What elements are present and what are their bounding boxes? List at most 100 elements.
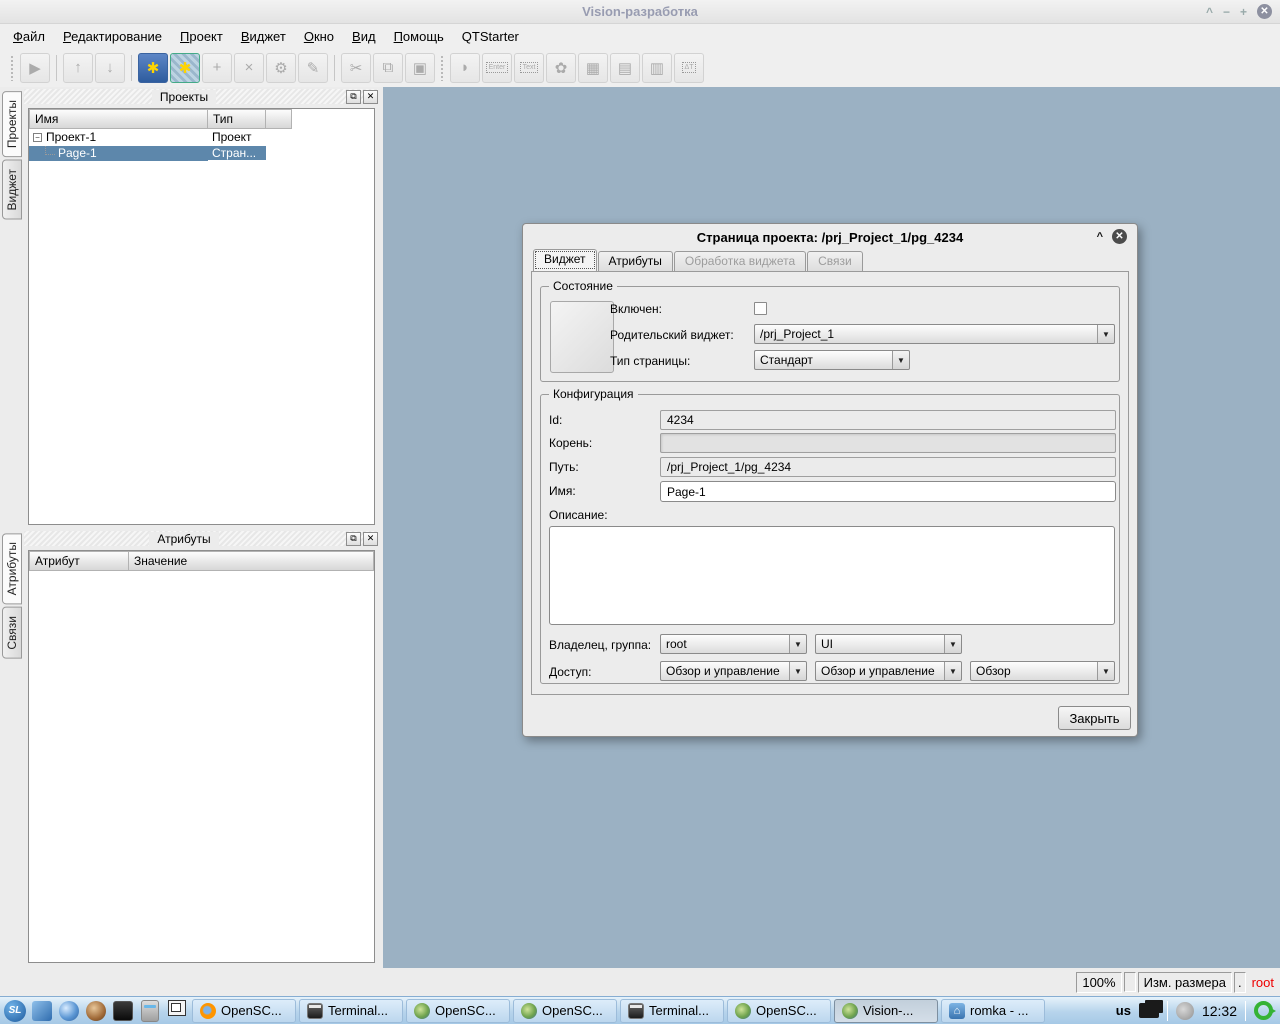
tree-branch-icon bbox=[45, 146, 55, 155]
window-titlebar[interactable]: Vision-разработка ^ − + ✕ bbox=[0, 0, 1280, 24]
sidebar-tab-widget[interactable]: Виджет bbox=[2, 160, 22, 220]
display-settings-icon[interactable] bbox=[1139, 1003, 1159, 1018]
taskbar-item-terminal-1[interactable]: Terminal... bbox=[299, 999, 403, 1023]
collapse-icon[interactable]: − bbox=[33, 133, 42, 142]
access-user-combo[interactable]: Обзор и управление ▼ bbox=[660, 661, 807, 681]
menu-window[interactable]: Окно bbox=[295, 26, 343, 47]
toolbar-drag-handle[interactable] bbox=[10, 55, 15, 81]
tree-row-project[interactable]: − Проект-1 Проект bbox=[29, 129, 374, 145]
workspace-pager[interactable] bbox=[165, 999, 189, 1023]
float-dock-icon[interactable]: ⧉ bbox=[346, 90, 361, 104]
file-manager-launcher[interactable] bbox=[138, 999, 162, 1023]
new-widget-library-icon[interactable]: ✱ bbox=[170, 53, 200, 83]
add-widget-icon[interactable]: + bbox=[202, 53, 232, 83]
shade-dialog-icon[interactable]: ^ bbox=[1097, 231, 1103, 243]
chevron-down-icon: ▼ bbox=[944, 662, 961, 680]
browser-launcher[interactable] bbox=[57, 999, 81, 1023]
close-button[interactable]: Закрыть bbox=[1058, 706, 1131, 730]
logout-icon[interactable] bbox=[1254, 1001, 1273, 1020]
close-dialog-icon[interactable]: ✕ bbox=[1112, 229, 1127, 244]
minimize-window-icon[interactable]: − bbox=[1223, 5, 1230, 19]
column-header-type[interactable]: Тип bbox=[208, 109, 266, 129]
menu-project[interactable]: Проект bbox=[171, 26, 232, 47]
terminal-launcher[interactable] bbox=[111, 999, 135, 1023]
maximize-window-icon[interactable]: + bbox=[1240, 5, 1247, 19]
enabled-checkbox[interactable] bbox=[754, 302, 767, 315]
access-other-combo[interactable]: Обзор ▼ bbox=[970, 661, 1115, 681]
new-project-icon[interactable]: ✱ bbox=[138, 53, 168, 83]
run-project-icon[interactable]: ▶ bbox=[20, 53, 50, 83]
taskbar-item-romka[interactable]: ⌂ romka - ... bbox=[941, 999, 1045, 1023]
document-element-icon[interactable]: ▥ bbox=[642, 53, 672, 83]
copy-icon[interactable]: ⧉ bbox=[373, 53, 403, 83]
tab-widget[interactable]: Виджет bbox=[533, 249, 597, 271]
owner-combo[interactable]: root ▼ bbox=[660, 634, 807, 654]
dialog-titlebar[interactable]: Страница проекта: /prj_Project_1/pg_4234… bbox=[523, 224, 1137, 250]
function-value-element-icon[interactable]: ΔT bbox=[674, 53, 704, 83]
taskbar-item-opensc-4[interactable]: OpenSC... bbox=[727, 999, 831, 1023]
page-type-combo[interactable]: Стандарт ▼ bbox=[754, 350, 910, 370]
protocol-element-icon[interactable]: ▤ bbox=[610, 53, 640, 83]
pager-icon bbox=[168, 1000, 186, 1016]
column-header-attribute[interactable]: Атрибут bbox=[29, 551, 129, 571]
media-element-icon[interactable]: ✿ bbox=[546, 53, 576, 83]
menu-file[interactable]: Файл bbox=[4, 26, 54, 47]
task-label: OpenSC... bbox=[221, 1003, 282, 1018]
taskbar-item-terminal-2[interactable]: Terminal... bbox=[620, 999, 724, 1023]
cut-icon[interactable]: ✂ bbox=[341, 53, 371, 83]
sidebar-tab-projects[interactable]: Проекты bbox=[2, 91, 22, 157]
menu-help[interactable]: Помощь bbox=[385, 26, 453, 47]
projects-dock-titlebar[interactable]: Проекты ⧉ ✕ bbox=[24, 89, 378, 104]
attributes-dock: Атрибуты ⧉ ✕ Атрибут Значение bbox=[24, 531, 378, 965]
form-element-icon[interactable]: Enter bbox=[482, 53, 512, 83]
close-dock-icon[interactable]: ✕ bbox=[363, 532, 378, 546]
load-from-db-icon[interactable]: ↑ bbox=[63, 53, 93, 83]
taskbar-item-opensc-2[interactable]: OpenSC... bbox=[406, 999, 510, 1023]
keyboard-layout[interactable]: us bbox=[1116, 1003, 1131, 1018]
close-dock-icon[interactable]: ✕ bbox=[363, 90, 378, 104]
paste-icon[interactable]: ▣ bbox=[405, 53, 435, 83]
page-icon-button[interactable] bbox=[550, 301, 614, 373]
menubar: Файл Редактирование Проект Виджет Окно В… bbox=[0, 24, 1280, 48]
start-menu-button[interactable]: SL bbox=[3, 999, 27, 1023]
parent-widget-combo[interactable]: /prj_Project_1 ▼ bbox=[754, 324, 1115, 344]
group-combo[interactable]: UI ▼ bbox=[815, 634, 962, 654]
mail-launcher[interactable] bbox=[84, 999, 108, 1023]
taskbar-item-vision[interactable]: Vision-... bbox=[834, 999, 938, 1023]
menu-edit[interactable]: Редактирование bbox=[54, 26, 171, 47]
attributes-dock-titlebar[interactable]: Атрибуты ⧉ ✕ bbox=[24, 531, 378, 546]
widget-properties-icon[interactable]: ⚙ bbox=[266, 53, 296, 83]
menu-view[interactable]: Вид bbox=[343, 26, 385, 47]
task-label: OpenSC... bbox=[435, 1003, 496, 1018]
toolbar-drag-handle[interactable] bbox=[440, 55, 445, 81]
show-desktop-button[interactable] bbox=[30, 999, 54, 1023]
shape-figure-icon[interactable]: ◗ bbox=[450, 53, 480, 83]
taskbar-item-opensc-1[interactable]: OpenSC... bbox=[192, 999, 296, 1023]
tray-separator bbox=[1245, 1001, 1246, 1021]
group-value: UI bbox=[816, 635, 944, 653]
text-element-icon[interactable]: Text bbox=[514, 53, 544, 83]
tree-row-page[interactable]: Page-1 Стран... bbox=[29, 145, 374, 161]
save-to-db-icon[interactable]: ↓ bbox=[95, 53, 125, 83]
column-header-value[interactable]: Значение bbox=[129, 551, 374, 571]
volume-icon[interactable] bbox=[1176, 1002, 1194, 1020]
delete-widget-icon[interactable]: × bbox=[234, 53, 264, 83]
menu-qtstarter[interactable]: QTStarter bbox=[453, 26, 528, 47]
diagram-element-icon[interactable]: ▦ bbox=[578, 53, 608, 83]
terminal-icon bbox=[307, 1003, 323, 1019]
column-header-name[interactable]: Имя bbox=[29, 109, 208, 129]
tab-attributes[interactable]: Атрибуты bbox=[598, 251, 673, 271]
menu-widget[interactable]: Виджет bbox=[232, 26, 295, 47]
name-input[interactable] bbox=[660, 481, 1116, 502]
tree-item-label: Page-1 bbox=[58, 146, 97, 160]
taskbar-item-opensc-3[interactable]: OpenSC... bbox=[513, 999, 617, 1023]
projects-tree: Имя Тип − Проект-1 Проект Page-1 bbox=[28, 108, 375, 525]
sidebar-tab-links[interactable]: Связи bbox=[2, 607, 22, 659]
description-textarea[interactable] bbox=[549, 526, 1115, 625]
widget-edit-icon[interactable]: ✎ bbox=[298, 53, 328, 83]
shade-window-icon[interactable]: ^ bbox=[1206, 5, 1213, 19]
access-group-combo[interactable]: Обзор и управление ▼ bbox=[815, 661, 962, 681]
close-window-icon[interactable]: ✕ bbox=[1257, 4, 1272, 19]
float-dock-icon[interactable]: ⧉ bbox=[346, 532, 361, 546]
sidebar-tab-attributes[interactable]: Атрибуты bbox=[2, 533, 22, 604]
